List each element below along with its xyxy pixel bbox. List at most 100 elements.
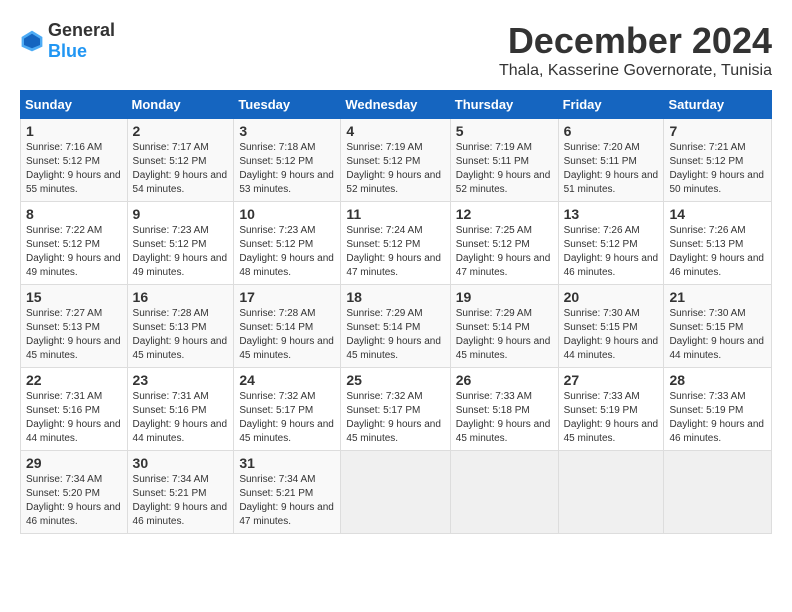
- day-info: Sunrise: 7:24 AMSunset: 5:12 PMDaylight:…: [346, 225, 441, 278]
- day-info: Sunrise: 7:34 AMSunset: 5:21 PMDaylight:…: [239, 474, 334, 527]
- day-number: 5: [456, 123, 553, 139]
- day-info: Sunrise: 7:33 AMSunset: 5:18 PMDaylight:…: [456, 391, 551, 444]
- calendar-cell: 23 Sunrise: 7:31 AMSunset: 5:16 PMDaylig…: [127, 368, 234, 451]
- day-number: 3: [239, 123, 335, 139]
- calendar-cell: 17 Sunrise: 7:28 AMSunset: 5:14 PMDaylig…: [234, 285, 341, 368]
- calendar-cell: 16 Sunrise: 7:28 AMSunset: 5:13 PMDaylig…: [127, 285, 234, 368]
- calendar-cell: 22 Sunrise: 7:31 AMSunset: 5:16 PMDaylig…: [21, 368, 128, 451]
- day-number: 2: [133, 123, 229, 139]
- weekday-header-monday: Monday: [127, 91, 234, 119]
- day-number: 31: [239, 455, 335, 471]
- day-info: Sunrise: 7:33 AMSunset: 5:19 PMDaylight:…: [564, 391, 659, 444]
- weekday-header-thursday: Thursday: [450, 91, 558, 119]
- calendar-cell: 7 Sunrise: 7:21 AMSunset: 5:12 PMDayligh…: [664, 119, 772, 202]
- logo-text: General Blue: [48, 20, 115, 62]
- page-header: General Blue December 2024 Thala, Kasser…: [20, 20, 772, 80]
- calendar-cell: 2 Sunrise: 7:17 AMSunset: 5:12 PMDayligh…: [127, 119, 234, 202]
- day-number: 16: [133, 289, 229, 305]
- calendar-cell: 20 Sunrise: 7:30 AMSunset: 5:15 PMDaylig…: [558, 285, 664, 368]
- day-number: 14: [669, 206, 766, 222]
- calendar-cell: 9 Sunrise: 7:23 AMSunset: 5:12 PMDayligh…: [127, 202, 234, 285]
- calendar-cell: 11 Sunrise: 7:24 AMSunset: 5:12 PMDaylig…: [341, 202, 450, 285]
- day-info: Sunrise: 7:31 AMSunset: 5:16 PMDaylight:…: [133, 391, 228, 444]
- day-info: Sunrise: 7:28 AMSunset: 5:14 PMDaylight:…: [239, 308, 334, 361]
- day-info: Sunrise: 7:27 AMSunset: 5:13 PMDaylight:…: [26, 308, 121, 361]
- day-number: 17: [239, 289, 335, 305]
- day-number: 21: [669, 289, 766, 305]
- weekday-header-wednesday: Wednesday: [341, 91, 450, 119]
- day-number: 12: [456, 206, 553, 222]
- calendar-cell: [558, 451, 664, 534]
- day-number: 7: [669, 123, 766, 139]
- calendar-week-row: 15 Sunrise: 7:27 AMSunset: 5:13 PMDaylig…: [21, 285, 772, 368]
- calendar-cell: 31 Sunrise: 7:34 AMSunset: 5:21 PMDaylig…: [234, 451, 341, 534]
- day-info: Sunrise: 7:28 AMSunset: 5:13 PMDaylight:…: [133, 308, 228, 361]
- day-number: 27: [564, 372, 659, 388]
- calendar-cell: 6 Sunrise: 7:20 AMSunset: 5:11 PMDayligh…: [558, 119, 664, 202]
- day-number: 8: [26, 206, 122, 222]
- day-number: 11: [346, 206, 444, 222]
- day-number: 9: [133, 206, 229, 222]
- day-info: Sunrise: 7:34 AMSunset: 5:21 PMDaylight:…: [133, 474, 228, 527]
- day-number: 23: [133, 372, 229, 388]
- day-info: Sunrise: 7:30 AMSunset: 5:15 PMDaylight:…: [564, 308, 659, 361]
- day-info: Sunrise: 7:34 AMSunset: 5:20 PMDaylight:…: [26, 474, 121, 527]
- weekday-header-sunday: Sunday: [21, 91, 128, 119]
- day-number: 10: [239, 206, 335, 222]
- calendar-week-row: 8 Sunrise: 7:22 AMSunset: 5:12 PMDayligh…: [21, 202, 772, 285]
- day-number: 15: [26, 289, 122, 305]
- calendar-cell: 13 Sunrise: 7:26 AMSunset: 5:12 PMDaylig…: [558, 202, 664, 285]
- calendar-cell: 30 Sunrise: 7:34 AMSunset: 5:21 PMDaylig…: [127, 451, 234, 534]
- day-number: 13: [564, 206, 659, 222]
- day-info: Sunrise: 7:18 AMSunset: 5:12 PMDaylight:…: [239, 142, 334, 195]
- day-number: 30: [133, 455, 229, 471]
- day-number: 24: [239, 372, 335, 388]
- calendar-cell: 5 Sunrise: 7:19 AMSunset: 5:11 PMDayligh…: [450, 119, 558, 202]
- day-info: Sunrise: 7:16 AMSunset: 5:12 PMDaylight:…: [26, 142, 121, 195]
- calendar-cell: 25 Sunrise: 7:32 AMSunset: 5:17 PMDaylig…: [341, 368, 450, 451]
- title-section: December 2024 Thala, Kasserine Governora…: [499, 20, 772, 80]
- calendar-cell: 19 Sunrise: 7:29 AMSunset: 5:14 PMDaylig…: [450, 285, 558, 368]
- day-number: 22: [26, 372, 122, 388]
- day-number: 25: [346, 372, 444, 388]
- day-number: 28: [669, 372, 766, 388]
- location-title: Thala, Kasserine Governorate, Tunisia: [499, 62, 772, 80]
- day-number: 18: [346, 289, 444, 305]
- day-info: Sunrise: 7:20 AMSunset: 5:11 PMDaylight:…: [564, 142, 659, 195]
- day-number: 29: [26, 455, 122, 471]
- day-info: Sunrise: 7:29 AMSunset: 5:14 PMDaylight:…: [456, 308, 551, 361]
- calendar-cell: 18 Sunrise: 7:29 AMSunset: 5:14 PMDaylig…: [341, 285, 450, 368]
- month-title: December 2024: [499, 20, 772, 62]
- day-info: Sunrise: 7:26 AMSunset: 5:13 PMDaylight:…: [669, 225, 764, 278]
- day-info: Sunrise: 7:33 AMSunset: 5:19 PMDaylight:…: [669, 391, 764, 444]
- day-info: Sunrise: 7:21 AMSunset: 5:12 PMDaylight:…: [669, 142, 764, 195]
- calendar-cell: 10 Sunrise: 7:23 AMSunset: 5:12 PMDaylig…: [234, 202, 341, 285]
- day-info: Sunrise: 7:25 AMSunset: 5:12 PMDaylight:…: [456, 225, 551, 278]
- weekday-header-saturday: Saturday: [664, 91, 772, 119]
- calendar-week-row: 1 Sunrise: 7:16 AMSunset: 5:12 PMDayligh…: [21, 119, 772, 202]
- day-number: 19: [456, 289, 553, 305]
- logo-general: General: [48, 20, 115, 40]
- calendar-cell: [450, 451, 558, 534]
- calendar-cell: 15 Sunrise: 7:27 AMSunset: 5:13 PMDaylig…: [21, 285, 128, 368]
- day-info: Sunrise: 7:23 AMSunset: 5:12 PMDaylight:…: [239, 225, 334, 278]
- day-number: 4: [346, 123, 444, 139]
- logo-blue: Blue: [48, 41, 87, 61]
- calendar-week-row: 22 Sunrise: 7:31 AMSunset: 5:16 PMDaylig…: [21, 368, 772, 451]
- calendar-cell: 1 Sunrise: 7:16 AMSunset: 5:12 PMDayligh…: [21, 119, 128, 202]
- day-info: Sunrise: 7:19 AMSunset: 5:11 PMDaylight:…: [456, 142, 551, 195]
- calendar-cell: 28 Sunrise: 7:33 AMSunset: 5:19 PMDaylig…: [664, 368, 772, 451]
- calendar-cell: 21 Sunrise: 7:30 AMSunset: 5:15 PMDaylig…: [664, 285, 772, 368]
- day-number: 1: [26, 123, 122, 139]
- calendar-cell: 26 Sunrise: 7:33 AMSunset: 5:18 PMDaylig…: [450, 368, 558, 451]
- calendar-cell: 24 Sunrise: 7:32 AMSunset: 5:17 PMDaylig…: [234, 368, 341, 451]
- day-info: Sunrise: 7:19 AMSunset: 5:12 PMDaylight:…: [346, 142, 441, 195]
- day-info: Sunrise: 7:29 AMSunset: 5:14 PMDaylight:…: [346, 308, 441, 361]
- calendar-cell: [664, 451, 772, 534]
- day-number: 6: [564, 123, 659, 139]
- day-info: Sunrise: 7:17 AMSunset: 5:12 PMDaylight:…: [133, 142, 228, 195]
- calendar-cell: 8 Sunrise: 7:22 AMSunset: 5:12 PMDayligh…: [21, 202, 128, 285]
- day-info: Sunrise: 7:32 AMSunset: 5:17 PMDaylight:…: [346, 391, 441, 444]
- weekday-header-row: SundayMondayTuesdayWednesdayThursdayFrid…: [21, 91, 772, 119]
- day-info: Sunrise: 7:23 AMSunset: 5:12 PMDaylight:…: [133, 225, 228, 278]
